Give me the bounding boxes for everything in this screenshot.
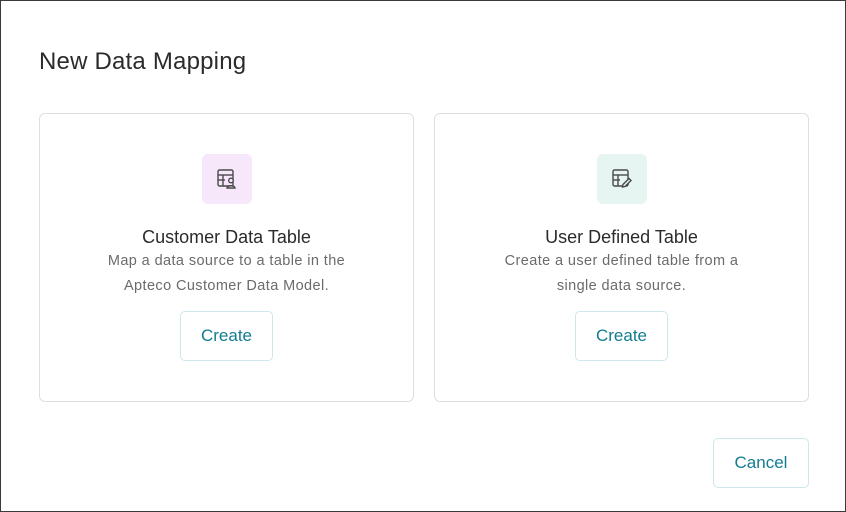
user-defined-table-title: User Defined Table bbox=[545, 227, 698, 247]
cancel-button[interactable]: Cancel bbox=[713, 438, 809, 488]
user-defined-table-description: Create a user defined table from a singl… bbox=[435, 249, 808, 299]
description-line: Map a data source to a table in the bbox=[107, 253, 346, 269]
dialog-title: New Data Mapping bbox=[39, 48, 247, 75]
create-customer-data-table-button[interactable]: Create bbox=[180, 311, 273, 361]
description-line: single data source. bbox=[556, 278, 687, 294]
customer-data-table-card: Customer Data Table Map a data source to… bbox=[39, 113, 414, 402]
new-data-mapping-dialog: New Data Mapping Customer Data Table Map… bbox=[0, 0, 846, 512]
user-defined-table-card: User Defined Table Create a user defined… bbox=[434, 113, 809, 402]
description-line: Apteco Customer Data Model. bbox=[123, 278, 330, 294]
description-line: Create a user defined table from a bbox=[504, 253, 739, 269]
create-user-defined-table-button[interactable]: Create bbox=[575, 311, 668, 361]
table-user-icon bbox=[202, 154, 252, 204]
customer-data-table-title: Customer Data Table bbox=[142, 227, 311, 247]
customer-data-table-description: Map a data source to a table in the Apte… bbox=[40, 249, 413, 299]
table-edit-icon bbox=[597, 154, 647, 204]
